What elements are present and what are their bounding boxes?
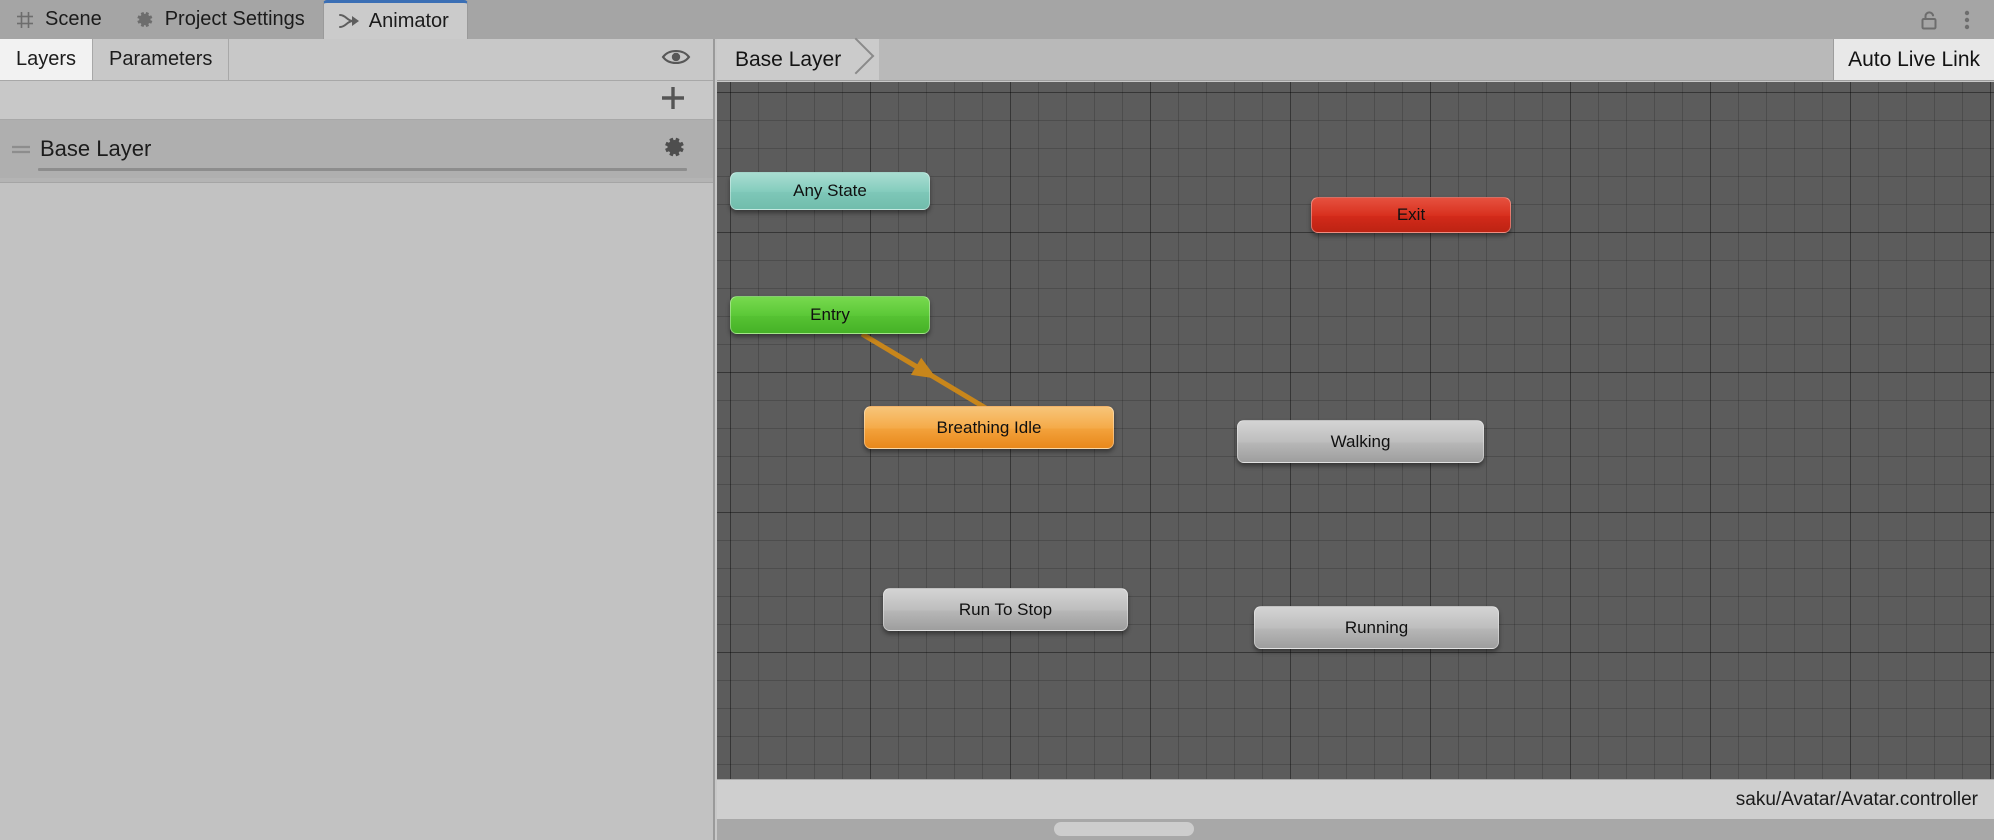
- breadcrumb-chevron-icon: [853, 39, 880, 80]
- auto-live-link-label: Auto Live Link: [1848, 47, 1980, 71]
- state-node-running[interactable]: Running: [1254, 606, 1499, 649]
- tab-animator[interactable]: Animator: [322, 0, 468, 39]
- layers-panel-tabs-filler: [229, 39, 713, 80]
- tab-project-settings[interactable]: Project Settings: [119, 0, 323, 39]
- layer-settings-gear-icon[interactable]: [661, 134, 687, 165]
- tab-parameters[interactable]: Parameters: [93, 39, 230, 80]
- layer-name: Base Layer: [40, 136, 152, 161]
- tab-layers[interactable]: Layers: [0, 39, 94, 80]
- horizontal-scrollbar-thumb[interactable]: [1054, 822, 1194, 836]
- tab-project-settings-label: Project Settings: [164, 8, 305, 30]
- add-layer-row: [0, 81, 713, 120]
- state-node-label: Breathing Idle: [936, 417, 1042, 437]
- tab-layers-label: Layers: [16, 48, 77, 70]
- animator-icon: [338, 10, 360, 32]
- auto-live-link-button[interactable]: Auto Live Link: [1833, 39, 1994, 80]
- transition-entry_to_breathing_idle[interactable]: [860, 331, 991, 413]
- tab-scene-label: Scene: [45, 8, 102, 30]
- state-node-label: Running: [1344, 617, 1409, 637]
- tab-scene[interactable]: Scene: [0, 0, 120, 39]
- state-node-any_state[interactable]: Any State: [730, 172, 930, 210]
- layers-panel-body: [0, 183, 713, 840]
- breadcrumb: Base Layer Auto Live Link: [717, 39, 1994, 81]
- tab-animator-label: Animator: [368, 9, 449, 32]
- gear-icon: [134, 9, 156, 31]
- state-node-walking[interactable]: Walking: [1237, 420, 1484, 463]
- state-node-run_to_stop[interactable]: Run To Stop: [883, 588, 1128, 631]
- grid-icon: [14, 9, 36, 31]
- add-layer-button[interactable]: [659, 84, 687, 117]
- state-machine-canvas[interactable]: Any State Exit Entry Breathing Idle Walking R…: [717, 82, 1994, 798]
- transition-arrowhead-icon: [910, 357, 937, 379]
- kebab-menu-icon[interactable]: [1956, 9, 1978, 31]
- state-node-label: Exit: [1396, 205, 1426, 224]
- state-node-breathing_idle[interactable]: Breathing Idle: [864, 406, 1114, 449]
- eye-icon[interactable]: [661, 47, 691, 72]
- layer-row-base-layer[interactable]: Base Layer: [0, 120, 713, 178]
- tab-bar-filler: [467, 0, 1918, 39]
- drag-handle-icon[interactable]: [8, 142, 34, 156]
- breadcrumb-item-base-layer[interactable]: Base Layer: [717, 39, 854, 80]
- breadcrumb-filler: [879, 39, 1834, 80]
- controller-path-label: saku/Avatar/Avatar.controller: [1735, 788, 1978, 810]
- horizontal-scrollbar[interactable]: [717, 819, 1994, 840]
- state-node-label: Entry: [810, 305, 850, 324]
- status-bar: saku/Avatar/Avatar.controller: [717, 779, 1994, 819]
- tab-parameters-label: Parameters: [109, 48, 213, 70]
- animator-window: Scene Project Settings Animator Layers P…: [0, 0, 1994, 840]
- animator-graph-panel: Base Layer Auto Live Link Any State Exit E…: [717, 39, 1994, 840]
- state-node-label: Run To Stop: [958, 599, 1053, 619]
- breadcrumb-item-label: Base Layer: [735, 47, 842, 71]
- layer-row-underline: [38, 168, 687, 171]
- layers-panel-tabs: Layers Parameters: [0, 39, 713, 81]
- state-node-exit[interactable]: Exit: [1311, 197, 1511, 233]
- layers-panel: Layers Parameters Base Layer: [0, 39, 715, 840]
- state-node-label: Any State: [793, 181, 867, 200]
- lock-icon[interactable]: [1918, 9, 1940, 31]
- window-tab-bar: Scene Project Settings Animator: [0, 0, 1994, 39]
- window-controls: [1918, 0, 1994, 39]
- state-node-label: Walking: [1330, 431, 1391, 451]
- state-node-entry[interactable]: Entry: [730, 296, 930, 334]
